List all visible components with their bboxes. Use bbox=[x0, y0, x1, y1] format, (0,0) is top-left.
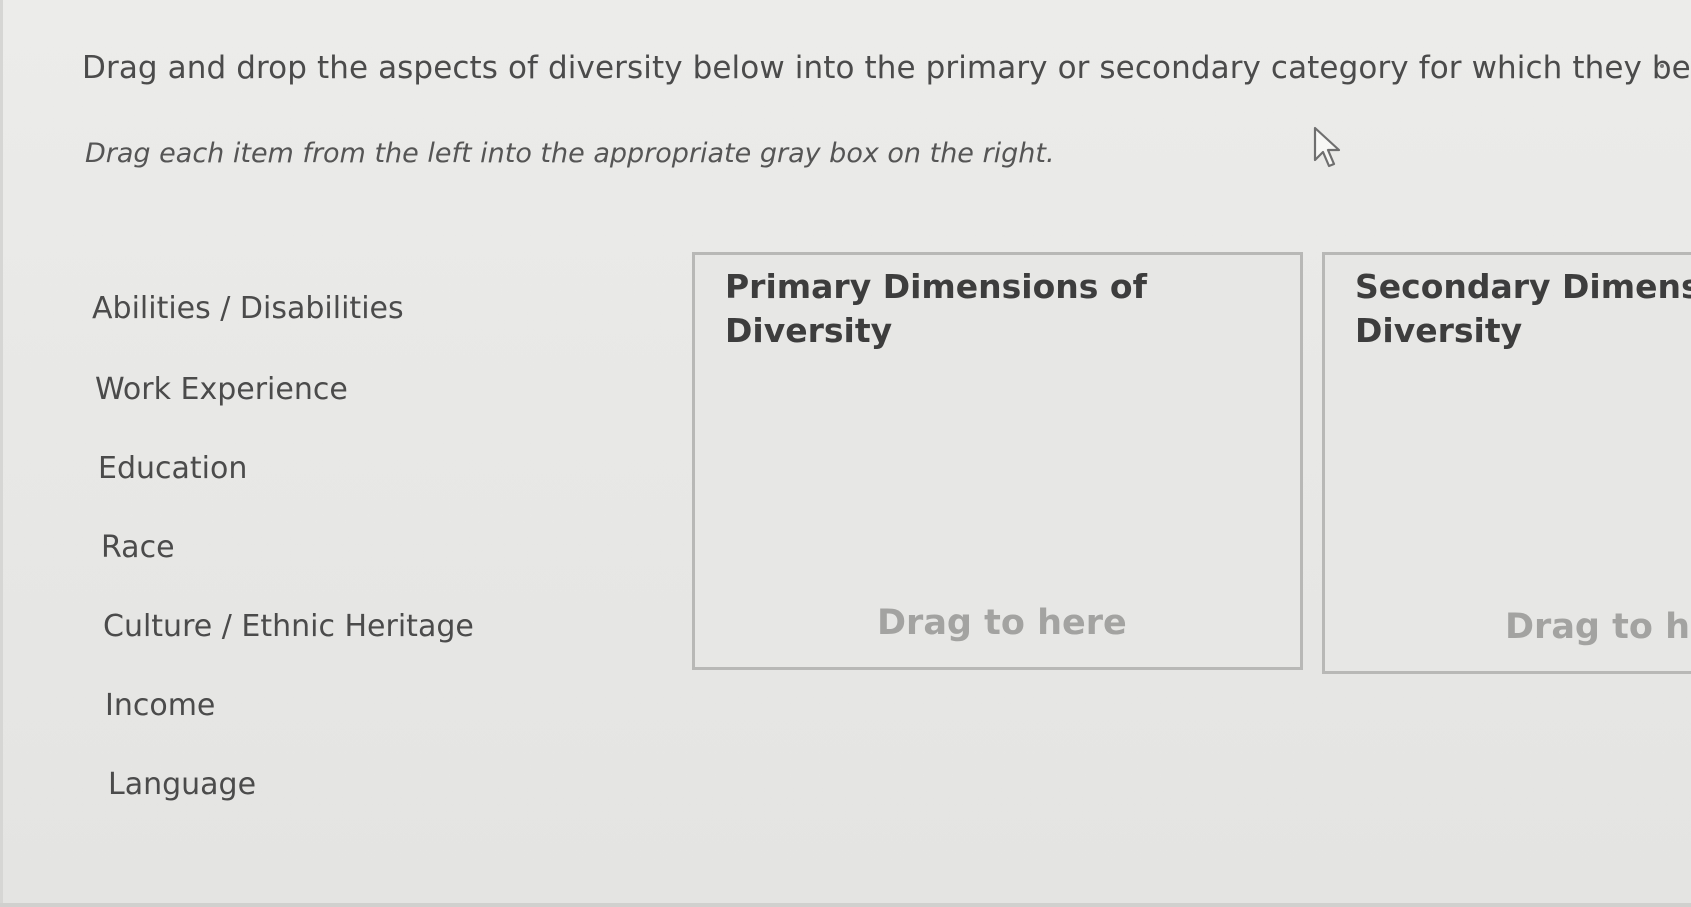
drag-drop-question: Drag and drop the aspects of diversity b… bbox=[0, 0, 1691, 907]
secondary-drop-zone[interactable]: Secondary Dimensi Diversity Drag to he bbox=[1322, 252, 1691, 674]
drag-item-income[interactable]: Income bbox=[101, 686, 219, 725]
bottom-divider bbox=[0, 903, 1691, 907]
question-sub-instruction: Drag each item from the left into the ap… bbox=[85, 138, 1055, 169]
drag-item-work-experience[interactable]: Work Experience bbox=[91, 370, 352, 409]
window-edge bbox=[0, 0, 3, 907]
drag-item-education[interactable]: Education bbox=[94, 449, 251, 488]
secondary-drop-hint: Drag to he bbox=[1505, 607, 1691, 647]
arrow-cursor-icon bbox=[1313, 126, 1341, 168]
drag-item-culture-ethnic-heritage[interactable]: Culture / Ethnic Heritage bbox=[99, 607, 478, 646]
secondary-drop-zone-title: Secondary Dimensi Diversity bbox=[1355, 267, 1691, 350]
question-instruction: Drag and drop the aspects of diversity b… bbox=[82, 50, 1691, 86]
drag-item-language[interactable]: Language bbox=[104, 765, 260, 804]
required-dot bbox=[1660, 64, 1664, 68]
primary-drop-zone-title: Primary Dimensions of Diversity bbox=[725, 267, 1147, 350]
primary-drop-hint: Drag to here bbox=[877, 603, 1127, 643]
primary-drop-zone[interactable]: Primary Dimensions of Diversity Drag to … bbox=[692, 252, 1303, 670]
drag-item-abilities-disabilities[interactable]: Abilities / Disabilities bbox=[88, 289, 408, 328]
drag-item-race[interactable]: Race bbox=[97, 528, 179, 567]
